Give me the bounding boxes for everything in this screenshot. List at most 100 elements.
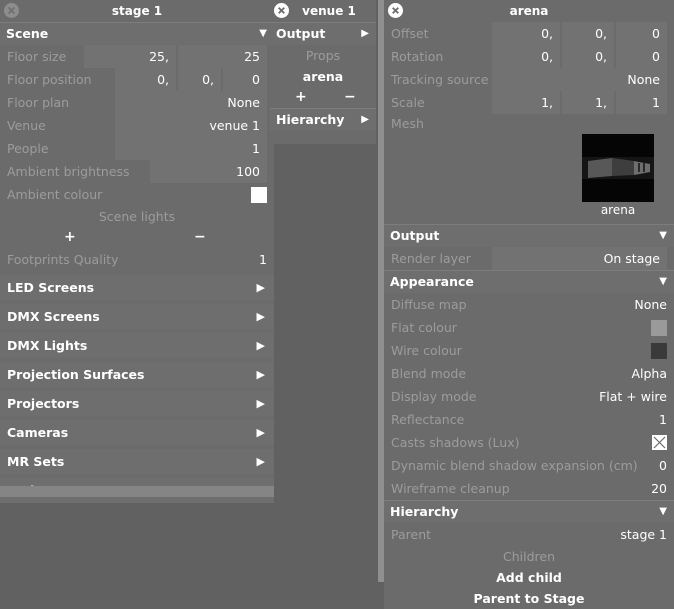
- section-header-hierarchy[interactable]: Hierarchy ▼: [384, 500, 674, 523]
- scale-z-field[interactable]: 1: [616, 91, 667, 114]
- sidebar-item-mr-sets[interactable]: MR Sets ▶: [0, 449, 274, 474]
- remove-prop-button[interactable]: −: [344, 87, 356, 108]
- row-wireframe-cleanup[interactable]: Wireframe cleanup 20: [384, 477, 674, 500]
- chevron-right-icon[interactable]: ▶: [361, 109, 369, 131]
- props-item-arena[interactable]: arena: [270, 66, 376, 87]
- row-floor-position[interactable]: Floor position 0, 0, 0: [0, 68, 274, 91]
- chevron-right-icon: ▶: [257, 333, 265, 358]
- row-footprints-quality[interactable]: Footprints Quality 1: [0, 248, 274, 271]
- sidebar-item-projectors[interactable]: Projectors ▶: [0, 391, 274, 416]
- display-mode-value[interactable]: Flat + wire: [599, 385, 667, 408]
- chevron-right-icon: ▶: [257, 420, 265, 445]
- section-header-output[interactable]: Output ▼: [384, 224, 674, 247]
- row-display-mode[interactable]: Display mode Flat + wire: [384, 385, 674, 408]
- mesh-thumbnail[interactable]: [582, 134, 654, 202]
- section-header-output-label: Output: [390, 228, 439, 243]
- row-tracking-source-label: Tracking source: [391, 72, 489, 87]
- chevron-right-icon[interactable]: ▶: [361, 23, 369, 45]
- row-scale[interactable]: Scale 1, 1, 1: [384, 91, 674, 114]
- section-header-appearance[interactable]: Appearance ▼: [384, 270, 674, 293]
- add-scene-light-button[interactable]: +: [64, 227, 76, 248]
- row-ambient-colour[interactable]: Ambient colour: [0, 183, 274, 206]
- row-offset[interactable]: Offset 0, 0, 0: [384, 22, 674, 45]
- remove-scene-light-button[interactable]: −: [194, 227, 206, 248]
- floor-size-y-field[interactable]: 25: [178, 45, 267, 68]
- sidebar-item-cameras[interactable]: Cameras ▶: [0, 420, 274, 445]
- row-blend-mode-label: Blend mode: [391, 366, 466, 381]
- row-floor-plan-label: Floor plan: [7, 95, 69, 110]
- offset-y-field[interactable]: 0,: [562, 22, 614, 45]
- ambient-colour-swatch[interactable]: [251, 187, 267, 203]
- floor-position-y-field[interactable]: 0,: [178, 68, 221, 91]
- chevron-down-icon[interactable]: ▼: [659, 271, 667, 293]
- row-reflectance[interactable]: Reflectance 1: [384, 408, 674, 431]
- blend-mode-value[interactable]: Alpha: [631, 362, 667, 385]
- section-header-scene[interactable]: Scene ▼: [0, 22, 274, 45]
- floor-size-x-field[interactable]: 25,: [84, 45, 176, 68]
- add-child-button[interactable]: Add child: [384, 567, 674, 588]
- row-floor-size[interactable]: Floor size 25, 25: [0, 45, 274, 68]
- venue-field[interactable]: venue 1: [115, 114, 267, 137]
- rotation-x-field[interactable]: 0,: [492, 45, 560, 68]
- chevron-down-icon[interactable]: ▼: [659, 225, 667, 247]
- floor-position-x-field[interactable]: 0,: [115, 68, 176, 91]
- people-field[interactable]: 1: [115, 137, 267, 160]
- venue-hierarchy-section[interactable]: Hierarchy ▶: [270, 108, 376, 131]
- row-floor-plan[interactable]: Floor plan None: [0, 91, 274, 114]
- row-flat-colour[interactable]: Flat colour: [384, 316, 674, 339]
- wire-colour-swatch[interactable]: [651, 343, 667, 359]
- rotation-y-field[interactable]: 0,: [562, 45, 614, 68]
- row-blend-mode[interactable]: Blend mode Alpha: [384, 362, 674, 385]
- add-prop-button[interactable]: +: [295, 87, 307, 108]
- row-people[interactable]: People 1: [0, 137, 274, 160]
- venue-hierarchy-label: Hierarchy: [276, 112, 344, 127]
- parent-value[interactable]: stage 1: [620, 523, 667, 546]
- row-diffuse-map-label: Diffuse map: [391, 297, 467, 312]
- row-wire-colour[interactable]: Wire colour: [384, 339, 674, 362]
- row-render-layer[interactable]: Render layer On stage: [384, 247, 674, 270]
- row-casts-shadows[interactable]: Casts shadows (Lux): [384, 431, 674, 454]
- row-mesh[interactable]: Mesh: [384, 114, 674, 134]
- chevron-down-icon[interactable]: ▼: [259, 23, 267, 45]
- scene-lights-label: Scene lights: [0, 206, 274, 227]
- rotation-z-field[interactable]: 0: [616, 45, 667, 68]
- render-layer-field[interactable]: On stage: [492, 247, 667, 270]
- flat-colour-swatch[interactable]: [651, 320, 667, 336]
- row-ambient-brightness[interactable]: Ambient brightness 100: [0, 160, 274, 183]
- chevron-right-icon: ▶: [257, 275, 265, 300]
- casts-shadows-checkbox[interactable]: [652, 435, 667, 450]
- row-tracking-source[interactable]: Tracking source None: [384, 68, 674, 91]
- scene-lights-controls: + −: [0, 227, 274, 248]
- row-venue[interactable]: Venue venue 1: [0, 114, 274, 137]
- diffuse-map-value[interactable]: None: [634, 293, 667, 316]
- row-diffuse-map[interactable]: Diffuse map None: [384, 293, 674, 316]
- chevron-down-icon[interactable]: ▼: [659, 501, 667, 523]
- floor-position-z-field[interactable]: 0: [223, 68, 267, 91]
- section-header-appearance-label: Appearance: [390, 274, 474, 289]
- row-mesh-label: Mesh: [391, 116, 424, 131]
- sidebar-item-led-screens[interactable]: LED Screens ▶: [0, 275, 274, 300]
- venue-output-section[interactable]: Output ▶: [270, 22, 376, 45]
- row-rotation[interactable]: Rotation 0, 0, 0: [384, 45, 674, 68]
- wireframe-cleanup-value[interactable]: 20: [651, 477, 667, 500]
- scale-x-field[interactable]: 1,: [492, 91, 560, 114]
- sidebar-item-projection-surfaces[interactable]: Projection Surfaces ▶: [0, 362, 274, 387]
- parent-to-stage-button[interactable]: Parent to Stage: [384, 588, 674, 609]
- offset-z-field[interactable]: 0: [616, 22, 667, 45]
- close-icon[interactable]: [274, 3, 289, 18]
- tracking-source-field[interactable]: None: [492, 68, 667, 91]
- reflectance-value[interactable]: 1: [659, 408, 667, 431]
- close-icon[interactable]: [388, 3, 403, 18]
- scale-y-field[interactable]: 1,: [562, 91, 614, 114]
- close-icon[interactable]: [4, 3, 19, 18]
- floor-plan-field[interactable]: None: [115, 91, 267, 114]
- ambient-brightness-field[interactable]: 100: [150, 160, 267, 183]
- dynamic-blend-shadow-expansion-value[interactable]: 0: [659, 454, 667, 477]
- footprints-quality-value[interactable]: 1: [259, 248, 267, 271]
- row-wire-colour-label: Wire colour: [391, 343, 462, 358]
- sidebar-item-dmx-lights[interactable]: DMX Lights ▶: [0, 333, 274, 358]
- offset-x-field[interactable]: 0,: [492, 22, 560, 45]
- sidebar-item-dmx-screens[interactable]: DMX Screens ▶: [0, 304, 274, 329]
- row-dynamic-blend-shadow-expansion[interactable]: Dynamic blend shadow expansion (cm) 0: [384, 454, 674, 477]
- row-parent[interactable]: Parent stage 1: [384, 523, 674, 546]
